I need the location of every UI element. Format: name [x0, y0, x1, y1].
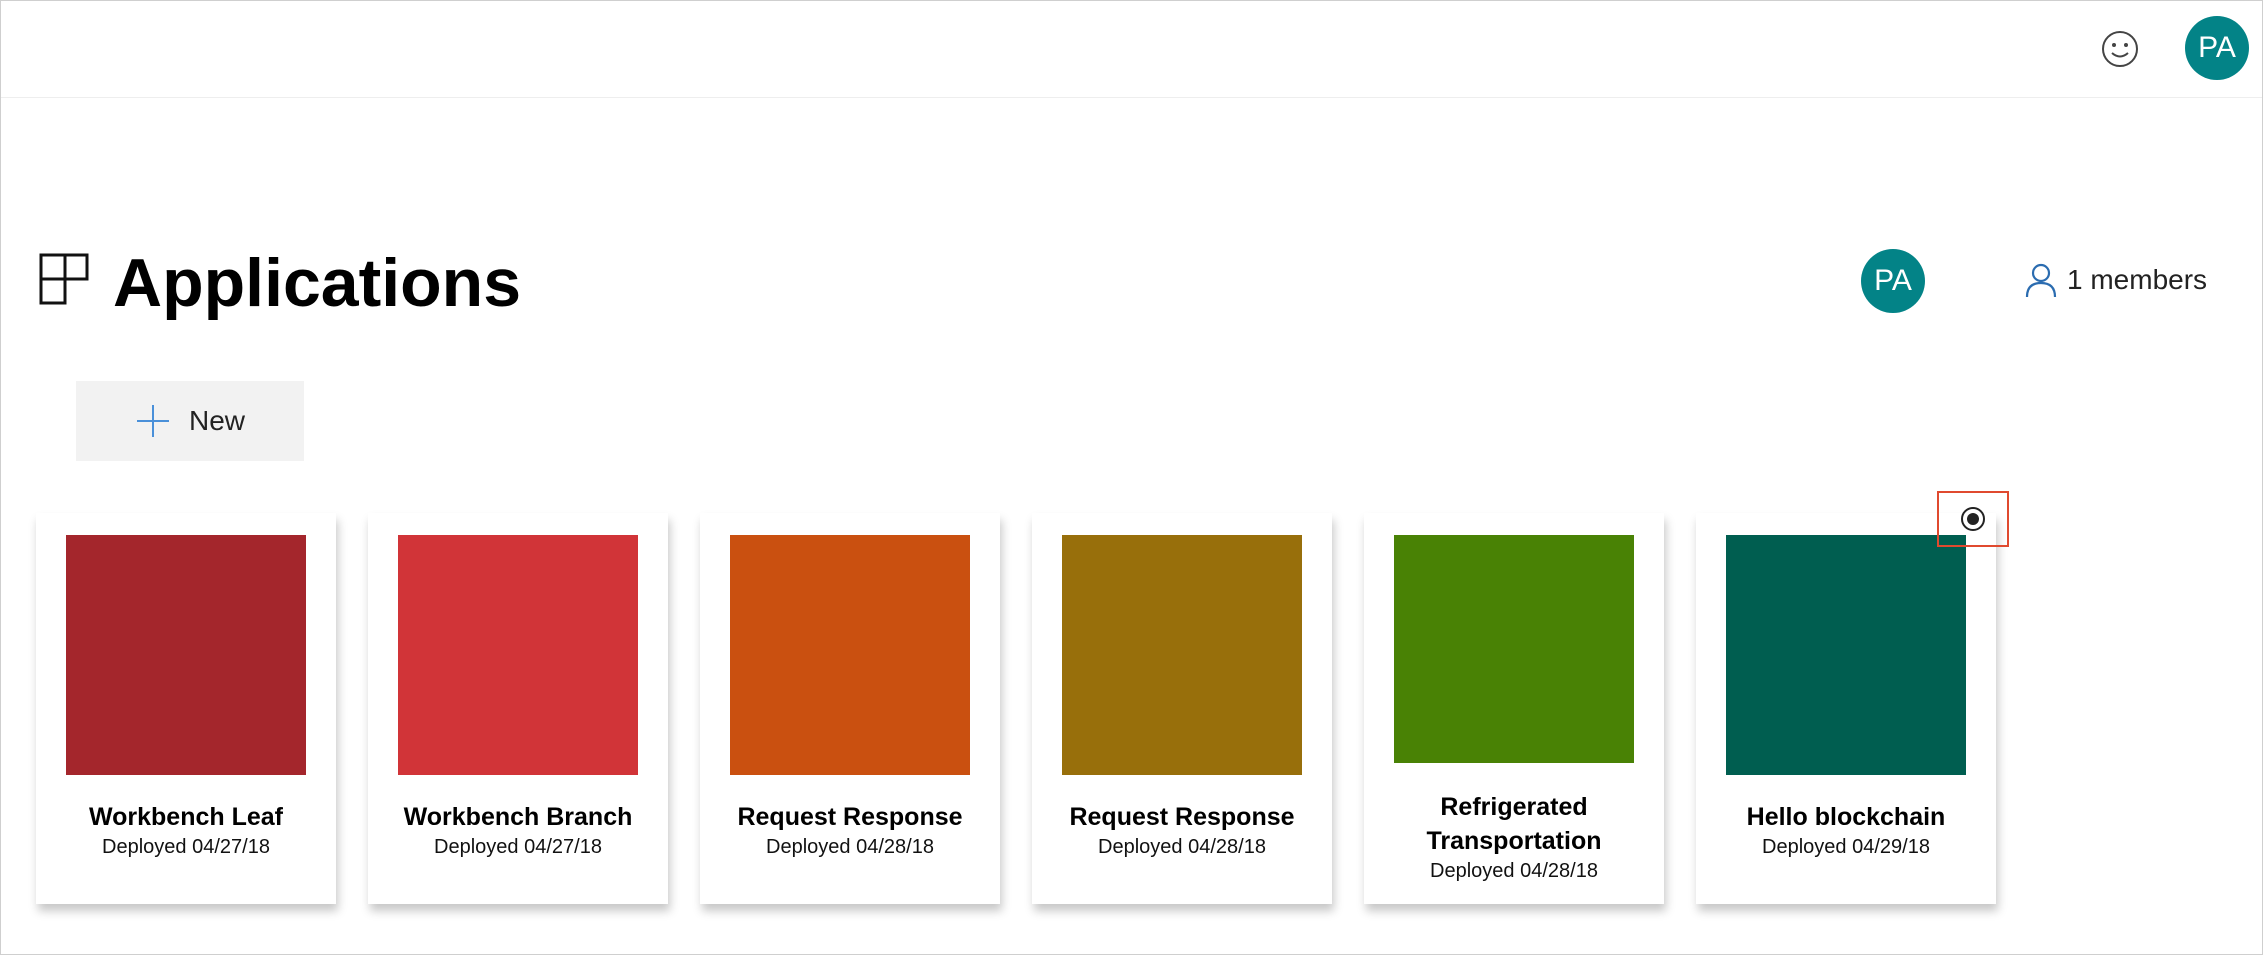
application-title: Request Response — [737, 803, 963, 831]
application-title: Workbench Branch — [403, 803, 633, 831]
new-button-label: New — [188, 405, 245, 436]
application-card-refrigerated-transportation[interactable]: Refrigerated Transportation Deployed 04/… — [1364, 513, 1664, 904]
page-title: Applications — [113, 245, 522, 321]
top-bar: PA — [1, 1, 2262, 98]
owner-avatar: PA — [1861, 249, 1925, 313]
card-text: Workbench Leaf Deployed 04/27/18 — [46, 800, 326, 860]
application-card-workbench-leaf[interactable]: Workbench Leaf Deployed 04/27/18 — [36, 513, 336, 904]
application-card-request-response-1[interactable]: Request Response Deployed 04/28/18 — [700, 513, 1000, 904]
person-icon — [2025, 263, 2057, 298]
smiley-face-icon — [2102, 31, 2138, 67]
card-text: Request Response Deployed 04/28/18 — [1042, 800, 1322, 860]
deployed-date: Deployed 04/28/18 — [1098, 836, 1266, 858]
members-link[interactable]: 1 members — [2025, 259, 2207, 301]
card-text: Workbench Branch Deployed 04/27/18 — [378, 800, 658, 860]
deployed-date: Deployed 04/27/18 — [102, 836, 270, 858]
application-color-tile — [1062, 535, 1302, 775]
members-count: 1 members — [2067, 264, 2208, 295]
application-color-tile — [398, 535, 638, 775]
plus-icon — [136, 405, 169, 437]
card-text: Hello blockchain Deployed 04/29/18 — [1706, 800, 1986, 860]
card-text: Request Response Deployed 04/28/18 — [710, 800, 990, 860]
deployed-date: Deployed 04/28/18 — [1430, 860, 1598, 882]
new-application-button[interactable]: New — [76, 381, 304, 461]
card-select-radio[interactable] — [1937, 491, 2009, 547]
application-title: Workbench Leaf — [88, 803, 284, 831]
application-color-tile — [1726, 535, 1966, 775]
radio-dot — [1967, 513, 1979, 525]
application-title: Request Response — [1069, 803, 1295, 831]
user-avatar[interactable]: PA — [2185, 16, 2249, 80]
application-card-workbench-branch[interactable]: Workbench Branch Deployed 04/27/18 — [368, 513, 668, 904]
application-title: Refrigerated Transportation — [1426, 793, 1602, 855]
application-card-request-response-2[interactable]: Request Response Deployed 04/28/18 — [1032, 513, 1332, 904]
application-card-hello-blockchain[interactable]: Hello blockchain Deployed 04/29/18 — [1696, 513, 1996, 904]
deployed-date: Deployed 04/29/18 — [1762, 836, 1930, 858]
deployed-date: Deployed 04/27/18 — [434, 836, 602, 858]
app-window: PA Applications PA 1 members New Workben… — [0, 0, 2263, 955]
application-color-tile — [66, 535, 306, 775]
radio-selected-icon — [1961, 507, 1985, 531]
application-color-tile — [1394, 535, 1634, 763]
feedback-button[interactable] — [2099, 28, 2141, 70]
application-title: Hello blockchain — [1746, 803, 1946, 831]
card-text: Refrigerated Transportation Deployed 04/… — [1374, 790, 1654, 884]
deployed-date: Deployed 04/28/18 — [766, 836, 934, 858]
applications-grid-icon — [39, 253, 89, 305]
application-color-tile — [730, 535, 970, 775]
